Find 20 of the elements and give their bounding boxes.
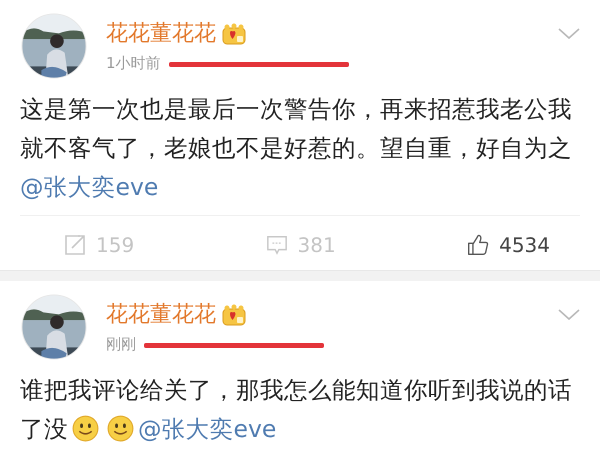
post-text: 这是第一次也是最后一次警告你，再来招惹我老公我就不客气了，老娘也不是好惹的。望自重，好自为之 @张大奕eve — [20, 94, 573, 203]
post-time: 刚刚 — [106, 334, 136, 354]
post-text: 谁把我评论给关了，那我怎么能知道你听到我说的话了没 @张大奕eve — [20, 375, 573, 445]
mention-link[interactable]: @张大奕eve — [138, 415, 276, 443]
share-icon — [64, 234, 86, 256]
post-time: 1小时前 — [106, 54, 161, 72]
chevron-down-icon[interactable] — [558, 28, 580, 40]
chevron-down-icon[interactable] — [558, 309, 580, 321]
smiley-icon — [72, 415, 99, 442]
user-name[interactable]: 花花董花花 — [106, 20, 216, 48]
like-button[interactable]: 4534 — [467, 230, 550, 260]
mention-link[interactable]: @张大奕eve — [20, 173, 158, 201]
crown-icon — [222, 22, 246, 44]
thumbs-up-icon — [467, 234, 490, 256]
repost-button[interactable]: 159 — [64, 230, 134, 260]
crown-icon — [222, 304, 246, 326]
smiley-icon — [107, 415, 134, 442]
comment-icon — [266, 234, 288, 256]
user-name[interactable]: 花花董花花 — [106, 300, 216, 328]
comment-button[interactable]: 381 — [266, 230, 336, 260]
